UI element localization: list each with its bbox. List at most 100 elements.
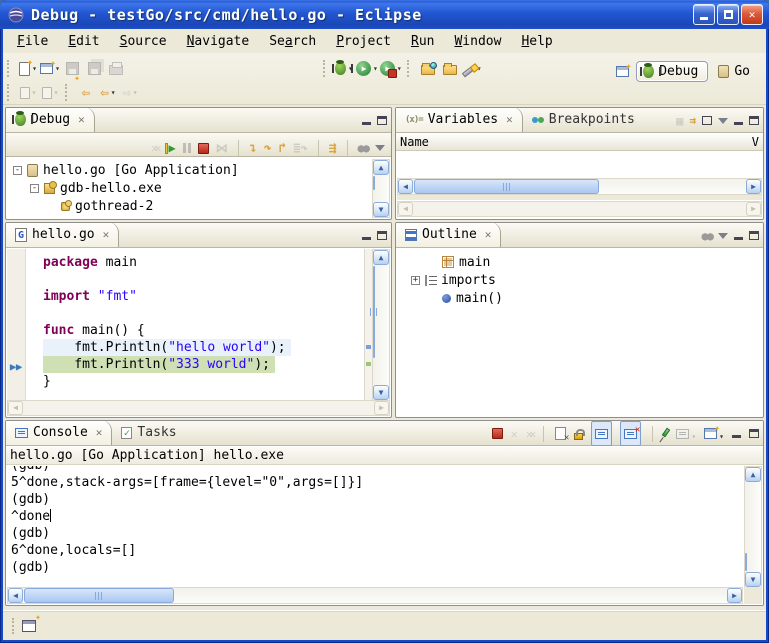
scroll-left-arrow[interactable]: ◀ (398, 179, 413, 194)
suspend-button[interactable] (183, 143, 191, 153)
view-menu-icon[interactable]: ●● (702, 229, 712, 243)
editor-vertical-scrollbar[interactable]: ▲ ▼ (372, 249, 390, 401)
scroll-thumb[interactable] (745, 553, 747, 571)
outline-tree[interactable]: main+importsmain() (397, 249, 762, 416)
step-into-button[interactable]: ↴ (249, 141, 257, 156)
scroll-up-arrow[interactable]: ▲ (745, 467, 761, 482)
breakpoint-icon[interactable] (10, 341, 24, 355)
toolbar-grip[interactable] (65, 84, 70, 101)
close-icon[interactable]: ✕ (78, 113, 85, 126)
close-icon[interactable]: ✕ (103, 228, 110, 241)
editor-horizontal-scrollbar[interactable]: ◀ ▶ (7, 400, 390, 416)
tab-tasks[interactable]: ✓ Tasks (112, 420, 185, 445)
maximize-view-button[interactable] (377, 231, 387, 240)
toolbar-grip[interactable] (323, 60, 328, 77)
overview-ruler[interactable] (364, 249, 372, 401)
previous-annotation-button[interactable]: ▾ (40, 81, 60, 104)
debug-vertical-scrollbar[interactable]: ▲ ▼ (372, 159, 390, 218)
last-edit-location-button[interactable]: ⇦✦ (76, 81, 96, 104)
show-logical-structures-button[interactable]: ⇉ (689, 114, 696, 127)
variables-detail-scrollbar[interactable]: ◀ ▶ (397, 201, 762, 217)
forward-button[interactable]: ⇨▾ (120, 81, 140, 104)
variables-column-header[interactable]: Name V (396, 133, 763, 151)
scroll-lock-button[interactable] (574, 433, 583, 440)
scroll-down-arrow[interactable]: ▼ (745, 572, 761, 587)
save-all-button[interactable] (84, 57, 104, 80)
debug-button[interactable]: ▾ (334, 57, 354, 80)
console-horizontal-scrollbar[interactable]: ◀ ▶ (7, 587, 743, 604)
maximize-view-button[interactable] (749, 116, 759, 125)
scroll-down-arrow[interactable]: ▼ (373, 385, 389, 400)
drop-to-frame-button[interactable]: ≣↷ (293, 141, 307, 155)
maximize-view-button[interactable] (749, 231, 759, 240)
open-resource-button[interactable] (440, 57, 460, 80)
run-external-tools-button[interactable]: ▾ (380, 57, 402, 80)
new-go-element-button[interactable]: ✦▾ (40, 57, 60, 80)
disconnect-button[interactable]: ⋈ (216, 141, 228, 155)
use-step-filters-button[interactable]: ⇶ (329, 141, 337, 156)
show-stdout-button[interactable] (591, 421, 612, 446)
outline-item[interactable]: +imports (405, 271, 762, 289)
scroll-right-arrow[interactable]: ▶ (727, 588, 742, 603)
menu-run[interactable]: Run (401, 32, 444, 51)
menu-edit[interactable]: Edit (58, 32, 109, 51)
scroll-up-arrow[interactable]: ▲ (373, 250, 389, 265)
outline-view-menu-button[interactable] (718, 233, 728, 239)
fast-view-button[interactable]: ✦ (22, 620, 36, 632)
tab-breakpoints[interactable]: Breakpoints (523, 107, 644, 132)
menu-source[interactable]: Source (110, 32, 177, 51)
titlebar[interactable]: Debug - testGo/src/cmd/hello.go - Eclips… (0, 0, 769, 29)
scroll-right-arrow[interactable]: ▶ (374, 401, 389, 415)
debug-view-menu-button[interactable] (375, 145, 385, 151)
toolbar-grip[interactable] (407, 60, 412, 77)
menu-navigate[interactable]: Navigate (177, 32, 260, 51)
remove-launch-button[interactable]: ✕ (511, 427, 518, 441)
minimize-view-button[interactable] (362, 237, 371, 240)
tab-debug[interactable]: Debug ✕ (6, 107, 95, 132)
debug-tree-item[interactable]: -gdb-hello.exe (7, 179, 371, 197)
terminate-button[interactable] (198, 143, 209, 154)
menu-help[interactable]: Help (511, 32, 562, 51)
scroll-thumb[interactable] (414, 179, 599, 194)
close-icon[interactable]: ✕ (506, 113, 513, 126)
search-button[interactable]: ▾ (462, 57, 482, 80)
scroll-right-arrow[interactable]: ▶ (746, 202, 761, 216)
scroll-down-arrow[interactable]: ▼ (373, 202, 389, 217)
perspective-go-button[interactable]: Go (711, 61, 760, 82)
variables-tree[interactable] (397, 151, 762, 178)
minimize-view-button[interactable] (732, 435, 741, 438)
run-button[interactable]: ▾ (356, 57, 378, 80)
next-annotation-button[interactable]: ▾ (18, 81, 38, 104)
terminate-button[interactable] (492, 428, 503, 439)
menu-search[interactable]: Search (259, 32, 326, 51)
show-stderr-button[interactable]: ✕ (620, 421, 641, 446)
outline-item[interactable]: main (405, 253, 762, 271)
debug-tree-item[interactable]: gothread-2 (7, 197, 371, 215)
clear-console-button[interactable] (555, 427, 566, 440)
statusbar-grip[interactable] (12, 618, 14, 634)
resume-button[interactable]: ▶ (165, 143, 176, 154)
pin-console-button[interactable] (662, 428, 670, 438)
outline-item[interactable]: main() (405, 289, 762, 307)
open-plugin-artifact-button[interactable] (418, 57, 438, 80)
variables-horizontal-scrollbar[interactable]: ◀ ▶ (397, 178, 762, 195)
scroll-left-arrow[interactable]: ◀ (398, 202, 413, 216)
back-button[interactable]: ⇦▾ (98, 81, 118, 104)
maximize-button[interactable] (717, 4, 739, 25)
scroll-thumb[interactable] (24, 588, 174, 603)
tab-variables[interactable]: (x)= Variables ✕ (396, 107, 523, 132)
maximize-view-button[interactable] (377, 116, 387, 125)
open-console-button[interactable]: ✦▾ (704, 424, 724, 443)
show-type-names-button[interactable]: ▦ (676, 114, 683, 128)
console-output[interactable]: (gdb) 5^done,stack-args=[frame={level="0… (7, 466, 743, 588)
step-over-button[interactable]: ↷ (264, 141, 272, 156)
scroll-left-arrow[interactable]: ◀ (8, 401, 23, 415)
variables-detail-sash[interactable] (397, 195, 762, 200)
new-wizard-button[interactable]: ✦▾ (18, 57, 38, 80)
remove-all-terminated-button[interactable]: ✕✕ (526, 427, 532, 441)
scroll-up-arrow[interactable]: ▲ (373, 160, 389, 175)
collapse-all-button[interactable] (702, 116, 712, 125)
close-button[interactable]: ✕ (741, 4, 763, 25)
close-icon[interactable]: ✕ (96, 426, 103, 439)
minimize-view-button[interactable] (734, 122, 743, 125)
